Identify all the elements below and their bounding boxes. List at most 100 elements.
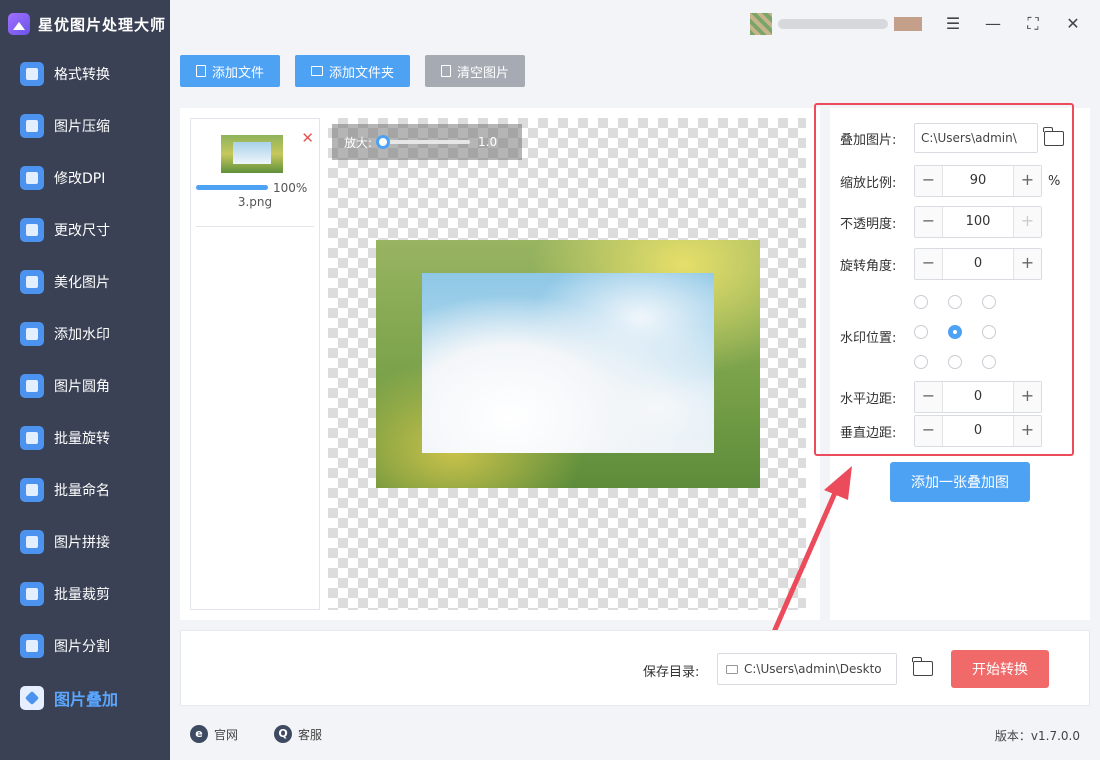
sidebar-item-split[interactable]: 图片分割 [0,620,170,672]
sidebar-item-label: 图片拼接 [54,535,110,551]
clear-images-button[interactable]: 清空图片 [425,55,526,87]
round-corner-icon [20,374,44,398]
file-name: 3.png [237,195,273,209]
file-icon [196,65,206,77]
h-margin-row: 水平边距: − 0 + [840,381,1042,413]
position-bottom-center-radio[interactable] [948,355,962,369]
h-margin-label: 水平边距: [840,391,897,407]
brand: 星优图片处理大师 [0,0,170,48]
increment-button[interactable]: + [1013,166,1041,196]
crop-icon [20,582,44,606]
increment-button[interactable]: + [1013,382,1041,412]
position-middle-left-radio[interactable] [914,325,928,339]
layers-icon [20,686,44,710]
remove-file-icon[interactable]: ✕ [301,129,314,147]
sidebar-item-overlay[interactable]: 图片叠加 [0,672,170,724]
sidebar-item-label: 图片压缩 [54,119,110,135]
user-account[interactable] [750,13,922,35]
sidebar-item-resize[interactable]: 更改尺寸 [0,204,170,256]
scale-value[interactable]: 90 [943,166,1013,196]
overlay-image[interactable] [422,273,714,453]
sidebar-item-rotate[interactable]: 批量旋转 [0,412,170,464]
compress-icon [20,114,44,138]
toolbar: 添加文件 添加文件夹 清空图片 [180,55,526,87]
decrement-button[interactable]: − [915,207,943,237]
scale-stepper[interactable]: − 90 + [914,165,1042,197]
decrement-button[interactable]: − [915,416,943,446]
titlebar-controls: ☰ — ⛶ ✕ [750,0,1100,48]
overlay-image-label: 叠加图片: [840,132,897,148]
zoom-slider-handle[interactable] [376,135,391,149]
v-margin-value[interactable]: 0 [943,416,1013,446]
file-list: ✕ 100% 3.png [190,118,320,610]
position-top-center-radio[interactable] [948,295,962,309]
vip-badge [894,17,922,31]
start-convert-button[interactable]: 开始转换 [951,650,1049,688]
sidebar-item-label: 批量旋转 [54,431,110,447]
position-bottom-right-radio[interactable] [982,355,996,369]
increment-button[interactable]: + [1013,207,1041,237]
increment-button[interactable]: + [1013,416,1041,446]
sidebar-item-round-corner[interactable]: 图片圆角 [0,360,170,412]
sidebar-item-compress[interactable]: 图片压缩 [0,100,170,152]
add-folder-button[interactable]: 添加文件夹 [295,55,411,87]
browse-folder-icon[interactable] [912,657,933,676]
opacity-stepper[interactable]: − 100 + [914,206,1042,238]
settings-sliders-icon[interactable]: ☰ [944,15,962,33]
settings-panel: 叠加图片: 缩放比例: − 90 + % 不透明度: − 100 + 旋转角度:… [830,108,1090,620]
open-folder-icon[interactable] [1043,126,1064,146]
sidebar-item-label: 批量裁剪 [54,587,110,603]
sidebar-item-crop[interactable]: 批量裁剪 [0,568,170,620]
folder-icon [311,66,324,76]
overlay-path-input[interactable] [914,123,1038,153]
list-item[interactable]: ✕ 100% 3.png [196,129,314,227]
add-file-label: 添加文件 [212,65,265,81]
zoom-value: 1.0 [478,135,498,149]
decrement-button[interactable]: − [915,382,943,412]
website-link[interactable]: e 官网 [190,725,238,743]
maximize-icon[interactable]: ⛶ [1024,15,1042,33]
h-margin-stepper[interactable]: − 0 + [914,381,1042,413]
increment-button[interactable]: + [1013,249,1041,279]
file-progress-bar [196,185,268,190]
add-folder-label: 添加文件夹 [329,65,395,81]
opacity-value[interactable]: 100 [943,207,1013,237]
rotation-stepper[interactable]: − 0 + [914,248,1042,280]
sidebar-item-stitch[interactable]: 图片拼接 [0,516,170,568]
position-middle-right-radio[interactable] [982,325,996,339]
watermark-icon [20,322,44,346]
zoom-control: 放大: 1.0 [332,124,522,160]
add-overlay-image-button[interactable]: 添加一张叠加图 [890,462,1030,502]
sidebar: 星优图片处理大师 格式转换 图片压缩 修改DPI 更改尺寸 美化图片 添加水印 … [0,0,170,760]
h-margin-value[interactable]: 0 [943,382,1013,412]
rotation-label: 旋转角度: [840,258,897,274]
sidebar-item-watermark[interactable]: 添加水印 [0,308,170,360]
v-margin-stepper[interactable]: − 0 + [914,415,1042,447]
save-directory-input[interactable]: C:\Users\admin\Deskto [717,653,897,685]
file-progress-fill [196,185,268,190]
position-bottom-left-radio[interactable] [914,355,928,369]
minimize-icon[interactable]: — [984,15,1002,33]
trash-icon [441,65,452,77]
opacity-label: 不透明度: [840,216,897,232]
position-top-right-radio[interactable] [982,295,996,309]
close-icon[interactable]: ✕ [1064,15,1082,33]
add-file-button[interactable]: 添加文件 [180,55,281,87]
position-center-radio[interactable] [948,325,962,339]
sidebar-item-beautify[interactable]: 美化图片 [0,256,170,308]
folder-icon [726,664,738,674]
position-top-left-radio[interactable] [914,295,928,309]
format-convert-icon [20,62,44,86]
main-panel: ✕ 100% 3.png 放大: 1.0 [180,108,820,620]
sidebar-item-format-convert[interactable]: 格式转换 [0,48,170,100]
support-link[interactable]: Q 客服 [274,725,322,743]
zoom-slider[interactable] [376,135,471,149]
decrement-button[interactable]: − [915,249,943,279]
decrement-button[interactable]: − [915,166,943,196]
sidebar-item-label: 修改DPI [54,171,106,187]
v-margin-label: 垂直边距: [840,425,897,441]
sidebar-item-rename[interactable]: 批量命名 [0,464,170,516]
rotate-icon [20,426,44,450]
rotation-value[interactable]: 0 [943,249,1013,279]
sidebar-item-dpi[interactable]: 修改DPI [0,152,170,204]
